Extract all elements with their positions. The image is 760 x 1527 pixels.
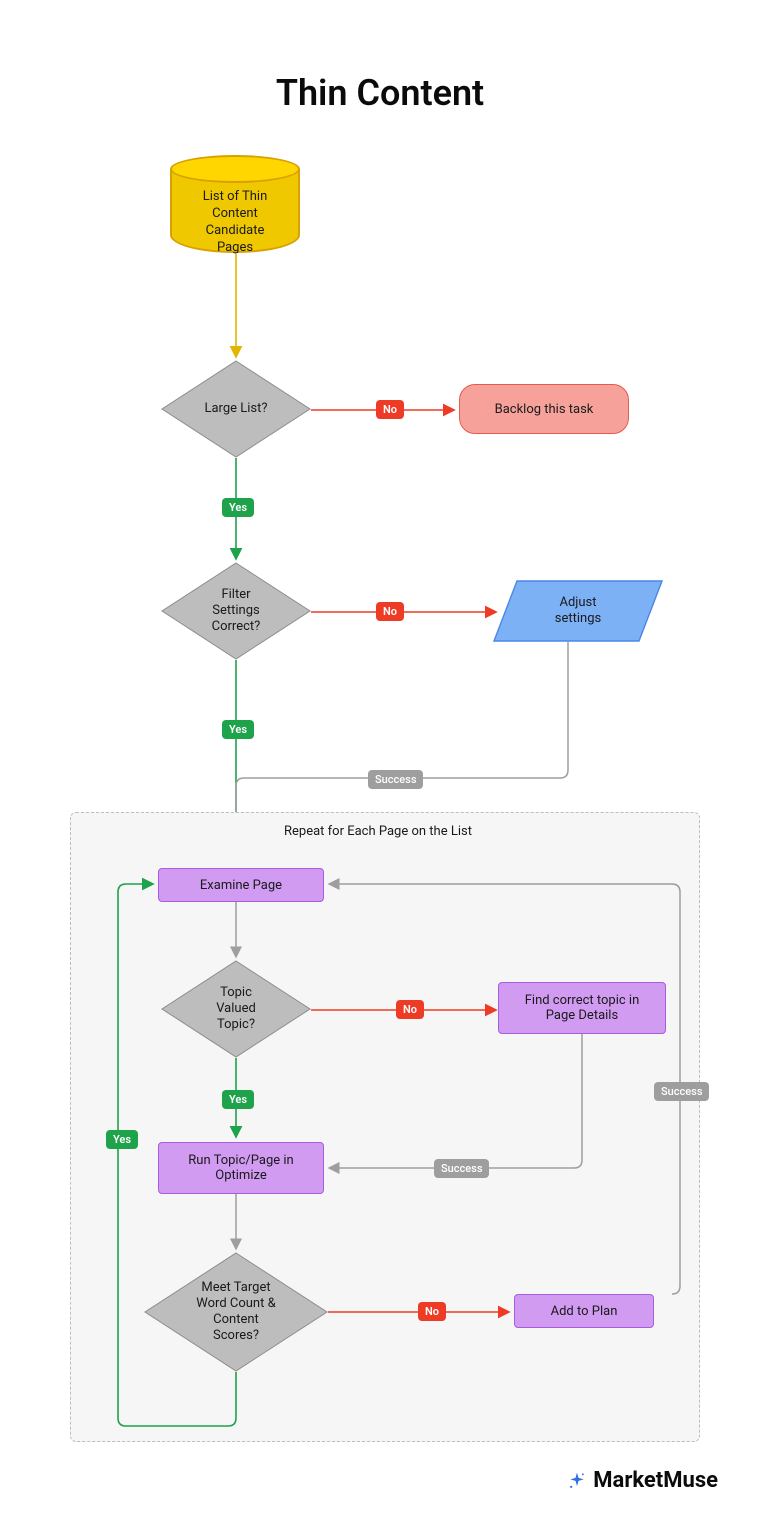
sparkle-icon — [567, 1471, 587, 1491]
node-decision-large-list-label: Large List? — [161, 360, 311, 458]
edge-meet-yes-label: Yes — [106, 1130, 138, 1149]
edge-find-success-label: Success — [434, 1159, 489, 1178]
node-decision-topic: Topic Valued Topic? — [161, 960, 311, 1058]
node-decision-meet-target: Meet Target Word Count & Content Scores? — [144, 1252, 328, 1372]
node-decision-topic-label: Topic Valued Topic? — [161, 960, 311, 1058]
edge-filter-no — [311, 610, 501, 614]
edge-filter-no-label: No — [376, 602, 404, 621]
flow-diagram: Thin Content List of Thin Content Candid… — [0, 0, 760, 1527]
node-io-adjust-label: Adjust settings — [493, 580, 663, 642]
node-process-optimize: Run Topic/Page in Optimize — [158, 1142, 324, 1194]
edge-db-to-large — [234, 254, 238, 362]
brand-name: MarketMuse — [593, 1468, 718, 1493]
edge-filter-yes-label: Yes — [222, 720, 254, 739]
node-database-label: List of Thin Content Candidate Pages — [170, 189, 300, 257]
node-process-examine-label: Examine Page — [200, 878, 282, 893]
node-process-add-plan: Add to Plan — [514, 1294, 654, 1328]
edge-large-no-label: No — [376, 400, 404, 419]
node-io-adjust: Adjust settings — [493, 580, 663, 642]
node-terminator-backlog: Backlog this task — [459, 384, 629, 434]
node-decision-filter: Filter Settings Correct? — [161, 562, 311, 660]
node-process-add-plan-label: Add to Plan — [551, 1304, 618, 1319]
node-terminator-backlog-label: Backlog this task — [495, 402, 594, 417]
loop-title: Repeat for Each Page on the List — [284, 824, 472, 839]
edge-large-yes-label: Yes — [222, 498, 254, 517]
node-decision-large-list: Large List? — [161, 360, 311, 458]
edge-meet-no-label: No — [418, 1302, 446, 1321]
node-process-find-topic: Find correct topic in Page Details — [498, 982, 666, 1034]
node-process-examine: Examine Page — [158, 868, 324, 902]
node-decision-meet-target-label: Meet Target Word Count & Content Scores? — [144, 1252, 328, 1372]
brand-logo: MarketMuse — [567, 1468, 718, 1493]
node-database: List of Thin Content Candidate Pages — [170, 155, 300, 253]
edge-topic-no-label: No — [396, 1000, 424, 1019]
diagram-title: Thin Content — [0, 72, 760, 114]
node-decision-filter-label: Filter Settings Correct? — [161, 562, 311, 660]
edge-addplan-success-label: Success — [654, 1082, 709, 1101]
edge-adjust-success-label: Success — [368, 770, 423, 789]
node-process-optimize-label: Run Topic/Page in Optimize — [188, 1153, 293, 1183]
node-process-find-topic-label: Find correct topic in Page Details — [525, 993, 640, 1023]
edge-topic-yes-label: Yes — [222, 1090, 254, 1109]
